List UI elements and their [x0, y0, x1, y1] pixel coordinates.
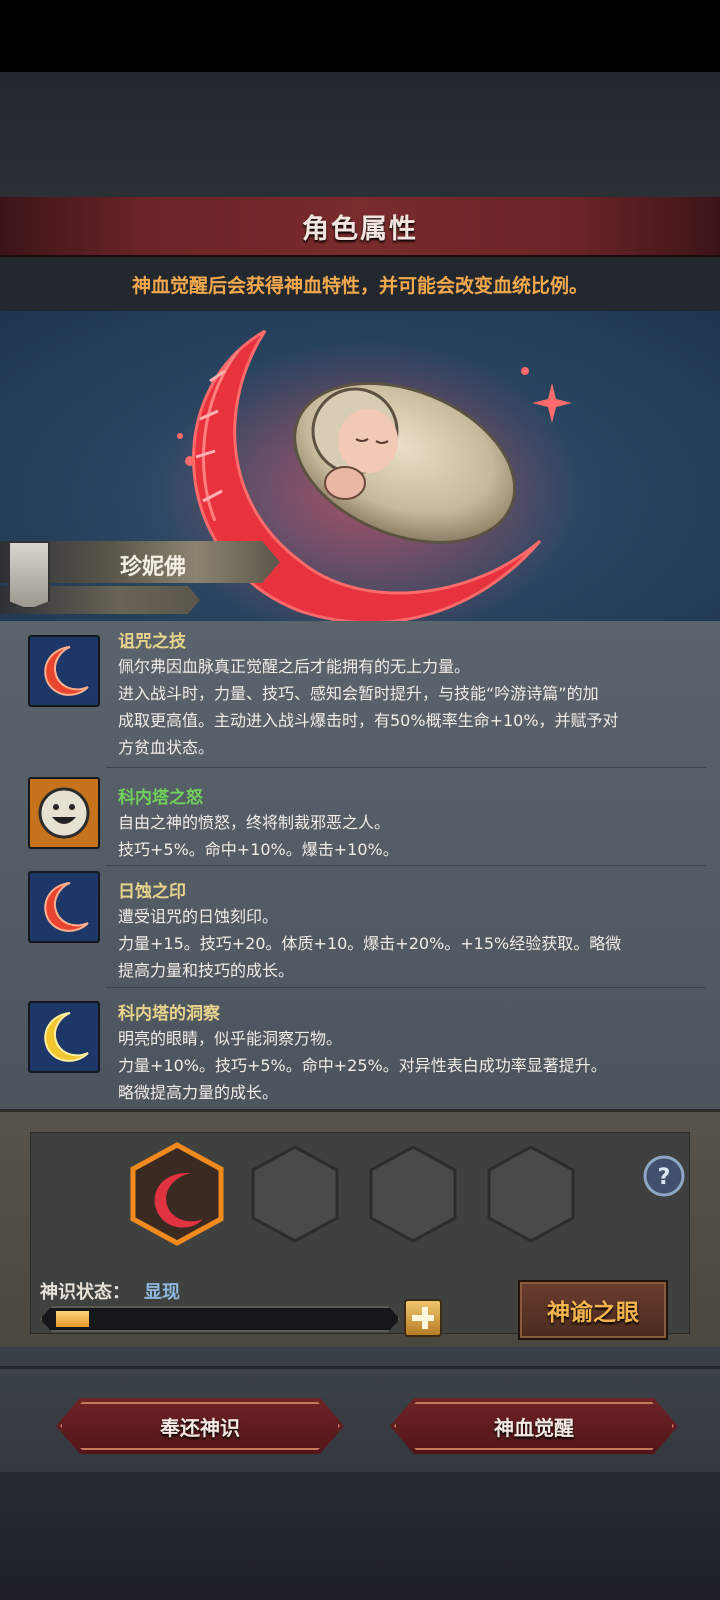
hex-slot-active[interactable] — [130, 1142, 224, 1246]
trait-description-line: 方贫血状态。 — [118, 738, 215, 757]
trait-name: 科内塔之怒 — [118, 788, 203, 808]
help-icon[interactable]: ? — [642, 1154, 686, 1198]
yellow-crescent-icon — [28, 1001, 100, 1073]
page-title: 角色属性 — [302, 213, 418, 245]
trait-description-line: 技巧+5%。命中+10%。爆击+10%。 — [118, 840, 399, 859]
dimmed-background-bottom — [0, 1472, 720, 1600]
trait-description: 明亮的眼睛，似乎能洞察万物。 力量+10%。技巧+5%。命中+25%。对异性表白… — [118, 1025, 688, 1106]
add-plus-button[interactable] — [404, 1299, 442, 1337]
dimmed-background — [0, 72, 720, 197]
oracle-eye-label: 神谕之眼 — [547, 1300, 639, 1326]
svg-text:?: ? — [658, 1165, 671, 1190]
trait-description: 佩尔弗因血脉真正觉醒之后才能拥有的无上力量。 进入战斗时，力量、技巧、感知会暂时… — [118, 653, 688, 761]
progress-bar — [40, 1306, 400, 1332]
subtitle-bar: 神血觉醒后会获得神血特性，并可能会改变血统比例。 — [0, 257, 720, 311]
trait-description-line: 略微提高力量的成长。 — [118, 1083, 279, 1102]
trait-name: 诅咒之技 — [118, 632, 186, 652]
divider — [106, 767, 706, 768]
banner-flag-icon — [8, 541, 50, 609]
trait-description-line: 提高力量和技巧的成长。 — [118, 961, 295, 980]
hex-slot-empty[interactable] — [369, 1145, 457, 1243]
oracle-eye-button[interactable]: 神谕之眼 — [518, 1280, 668, 1340]
return-divine-label: 奉还神识 — [160, 1415, 240, 1440]
trait-description-line: 自由之神的愤怒，终将制裁邪恶之人。 — [118, 813, 391, 832]
trait-description-line: 力量+10%。技巧+5%。命中+25%。对异性表白成功率显著提升。 — [118, 1056, 607, 1075]
divider — [106, 865, 706, 866]
grinning-face-icon — [28, 777, 100, 849]
status-label: 神识状态： — [40, 1282, 130, 1303]
title-bar: 角色属性 — [0, 197, 720, 257]
trait-description-line: 佩尔弗因血脉真正觉醒之后才能拥有的无上力量。 — [118, 657, 471, 676]
trait-description-line: 力量+15。技巧+20。体质+10。爆击+20%。+15%经验获取。略微 — [118, 934, 622, 953]
trait-name: 日蚀之印 — [118, 882, 186, 902]
blood-awaken-button[interactable]: 神血觉醒 — [390, 1398, 678, 1454]
red-crescent-icon — [28, 871, 100, 943]
character-name: 珍妮佛 — [120, 555, 187, 580]
trait-description: 自由之神的愤怒，终将制裁邪恶之人。 技巧+5%。命中+10%。爆击+10%。 — [118, 809, 688, 863]
progress-fill — [56, 1311, 89, 1327]
trait-description: 遭受诅咒的日蚀刻印。 力量+15。技巧+20。体质+10。爆击+20%。+15%… — [118, 903, 688, 984]
hex-slot-empty[interactable] — [487, 1145, 575, 1243]
trait-name: 科内塔的洞察 — [118, 1004, 220, 1024]
trait-list: 诅咒之技 佩尔弗因血脉真正觉醒之后才能拥有的无上力量。 进入战斗时，力量、技巧、… — [0, 621, 720, 1109]
hex-slot-empty[interactable] — [251, 1145, 339, 1243]
trait-description-line: 进入战斗时，力量、技巧、感知会暂时提升，与技能“吟游诗篇”的加 — [118, 684, 599, 703]
return-divine-button[interactable]: 奉还神识 — [56, 1398, 344, 1454]
blood-awaken-label: 神血觉醒 — [494, 1415, 574, 1440]
red-crescent-icon — [28, 635, 100, 707]
status-value: 显现 — [144, 1282, 180, 1303]
trait-description-line: 明亮的眼睛，似乎能洞察万物。 — [118, 1029, 343, 1048]
trait-description-line: 成取更高值。主动进入战斗爆击时，有50%概率生命+10%，并赋予对 — [118, 711, 619, 730]
status-bar — [0, 0, 720, 72]
divider — [106, 987, 706, 988]
subtitle-text: 神血觉醒后会获得神血特性，并可能会改变血统比例。 — [131, 274, 588, 297]
trait-description-line: 遭受诅咒的日蚀刻印。 — [118, 907, 279, 926]
